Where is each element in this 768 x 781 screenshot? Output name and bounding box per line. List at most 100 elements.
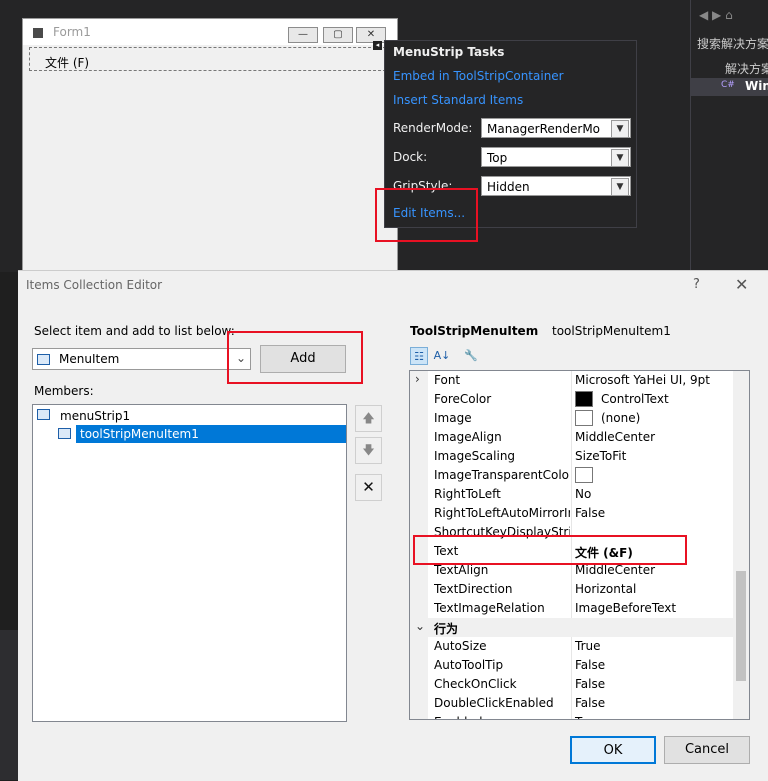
expand-chevron-icon[interactable]: › [415, 372, 420, 386]
property-name: TextAlign [434, 563, 489, 577]
tree-node-toolstripmenuitem[interactable]: toolStripMenuItem1 [80, 427, 199, 441]
property-row[interactable]: › Font Microsoft YaHei UI, 9pt [410, 371, 735, 390]
dock-select[interactable]: Top ▼ [481, 147, 631, 167]
help-icon[interactable]: ? [693, 277, 700, 292]
property-row-gutter [410, 447, 428, 466]
property-value[interactable]: Microsoft YaHei UI, 9pt [575, 373, 710, 387]
property-separator [571, 656, 572, 675]
property-value[interactable]: Horizontal [575, 582, 636, 596]
property-value[interactable]: ControlText [601, 392, 669, 406]
property-separator [571, 466, 572, 485]
property-row[interactable]: ForeColor ControlText [410, 390, 735, 409]
rendermode-select[interactable]: ManagerRenderMo ▼ [481, 118, 631, 138]
chevron-down-icon[interactable]: ▼ [611, 120, 629, 138]
smart-tag-icon[interactable]: ◂ [373, 41, 382, 50]
menuitem-icon [58, 428, 71, 439]
gripstyle-select[interactable]: Hidden ▼ [481, 176, 631, 196]
insert-standard-items-link[interactable]: Insert Standard Items [393, 93, 523, 107]
property-row[interactable]: RightToLeftAutoMirrorImage False [410, 504, 735, 523]
rendermode-value: ManagerRenderMo [487, 122, 601, 136]
dock-label: Dock: [393, 150, 428, 164]
menu-item-file[interactable]: 文件 (F) [45, 54, 89, 71]
property-separator [571, 675, 572, 694]
property-name: TextDirection [434, 582, 513, 596]
move-up-button[interactable]: 🡅 [355, 405, 382, 432]
property-row[interactable]: DoubleClickEnabled False [410, 694, 735, 713]
tree-node-menustrip[interactable]: menuStrip1 [60, 409, 130, 423]
property-value[interactable]: MiddleCenter [575, 563, 655, 577]
items-collection-editor-dialog: Items Collection Editor ? ✕ Select item … [18, 270, 768, 781]
members-tree[interactable]: menuStrip1 toolStripMenuItem1 [32, 404, 347, 722]
dock-value: Top [487, 151, 508, 165]
color-swatch [575, 410, 593, 426]
property-row[interactable]: ImageScaling SizeToFit [410, 447, 735, 466]
cancel-button[interactable]: Cancel [664, 736, 750, 764]
item-type-select[interactable]: MenuItem ⌄ [32, 348, 251, 370]
highlight-edit-items [375, 188, 478, 242]
property-name: TextImageRelation [434, 601, 545, 615]
property-row[interactable]: ImageAlign MiddleCenter [410, 428, 735, 447]
property-row[interactable]: TextDirection Horizontal [410, 580, 735, 599]
collapse-chevron-icon[interactable]: ⌄ [415, 619, 425, 633]
property-separator [571, 390, 572, 409]
property-value[interactable]: True [575, 715, 601, 719]
property-separator [571, 580, 572, 599]
alphabetical-icon[interactable]: A↓ [433, 347, 451, 365]
property-row-gutter [410, 580, 428, 599]
categorized-icon[interactable]: ☷ [410, 347, 428, 365]
form1-title: Form1 [53, 25, 91, 39]
property-row[interactable]: ⌄ 行为 [410, 618, 735, 637]
property-separator [571, 637, 572, 656]
menustrip-icon [37, 409, 50, 420]
property-value[interactable]: SizeToFit [575, 449, 626, 463]
solution-node[interactable]: 解决方案 [725, 60, 768, 77]
property-value[interactable]: No [575, 487, 591, 501]
property-row[interactable]: RightToLeft No [410, 485, 735, 504]
property-pages-icon[interactable]: 🔧 [462, 347, 480, 365]
menuitem-icon [37, 354, 50, 365]
property-separator [571, 371, 572, 390]
highlight-text-property [413, 535, 687, 565]
dialog-title: Items Collection Editor [26, 278, 163, 292]
property-value[interactable]: (none) [601, 411, 640, 425]
property-separator [571, 694, 572, 713]
property-name: Enabled [434, 715, 570, 719]
solution-search-input[interactable]: 搜索解决方案 [697, 35, 768, 52]
property-value[interactable]: False [575, 696, 605, 710]
embed-toolstripcontainer-link[interactable]: Embed in ToolStripContainer [393, 69, 564, 83]
property-value[interactable]: False [575, 658, 605, 672]
property-value[interactable]: False [575, 506, 605, 520]
nav-icons[interactable]: ◀ ▶ ⌂ [699, 8, 733, 22]
property-row[interactable]: CheckOnClick False [410, 675, 735, 694]
property-name: RightToLeftAutoMirrorImage [434, 506, 570, 520]
property-row[interactable]: TextImageRelation ImageBeforeText [410, 599, 735, 618]
ok-button[interactable]: OK [570, 736, 656, 764]
property-row-gutter [410, 656, 428, 675]
scrollbar-thumb[interactable] [736, 571, 746, 681]
property-separator [571, 447, 572, 466]
property-value[interactable]: MiddleCenter [575, 430, 655, 444]
property-grid-scrollbar[interactable] [733, 371, 749, 719]
property-row-gutter [410, 390, 428, 409]
close-icon[interactable]: ✕ [735, 275, 748, 294]
form1-window[interactable]: Form1 — ▢ ✕ 文件 (F) ◂ [22, 18, 398, 280]
property-name: Image [434, 411, 472, 425]
property-row[interactable]: AutoSize True [410, 637, 735, 656]
chevron-down-icon[interactable]: ▼ [611, 149, 629, 167]
highlight-add-button [227, 331, 363, 384]
property-row[interactable]: Enabled True [410, 713, 735, 719]
property-separator [571, 713, 572, 719]
property-value[interactable]: True [575, 639, 601, 653]
selected-name-label: toolStripMenuItem1 [552, 324, 671, 338]
property-row[interactable]: ImageTransparentColor [410, 466, 735, 485]
property-row[interactable]: Image (none) [410, 409, 735, 428]
chevron-down-icon[interactable]: ▼ [611, 178, 629, 196]
item-type-value: MenuItem [59, 352, 120, 366]
property-separator [571, 409, 572, 428]
delete-button[interactable]: ✕ [355, 474, 382, 501]
property-row[interactable]: AutoToolTip False [410, 656, 735, 675]
move-down-button[interactable]: 🡇 [355, 437, 382, 464]
property-name: ForeColor [434, 392, 492, 406]
property-value[interactable]: False [575, 677, 605, 691]
property-value[interactable]: ImageBeforeText [575, 601, 676, 615]
